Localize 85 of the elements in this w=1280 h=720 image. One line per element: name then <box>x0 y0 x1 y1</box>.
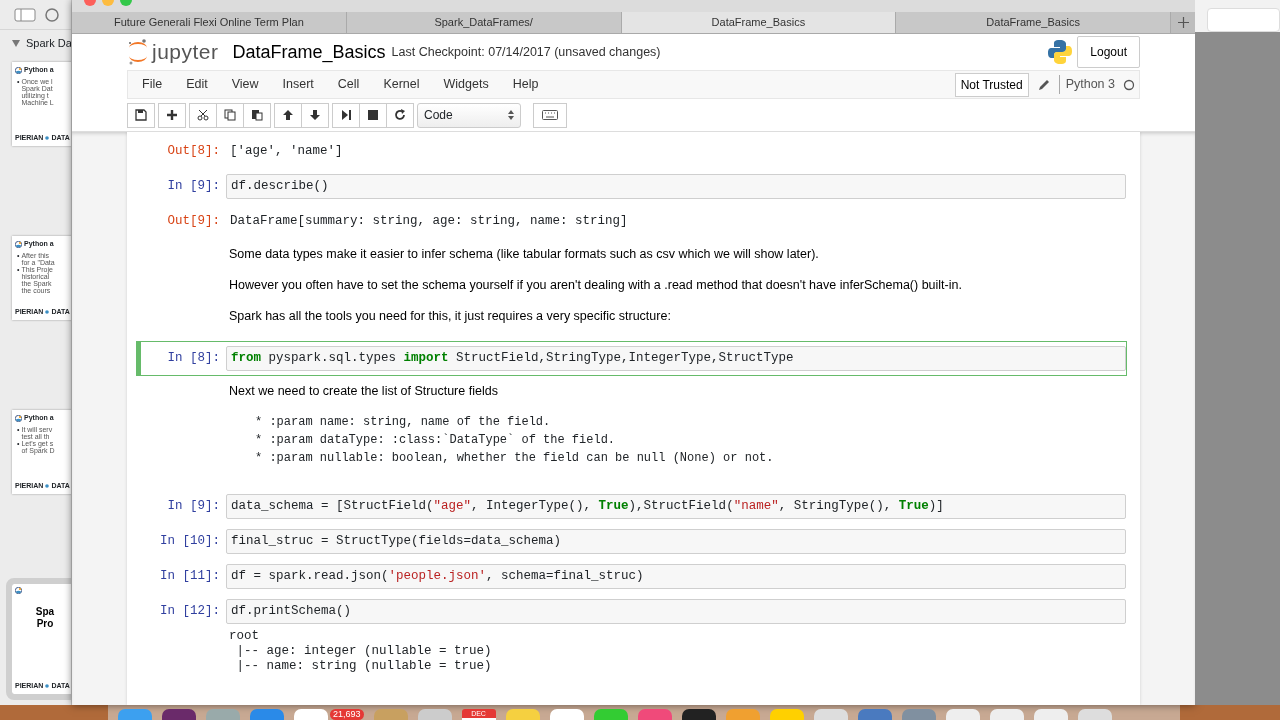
cut-icon <box>197 109 209 121</box>
kernel-idle-icon <box>1123 78 1135 91</box>
slide-heading: Spa <box>34 606 56 618</box>
python-logo-icon <box>1047 39 1074 65</box>
menu-item[interactable]: Kernel <box>371 75 432 94</box>
notebook-cell[interactable]: In [8]: from pyspark.sql.types import StructField,StringType,IntegerType,StructType <box>136 341 1127 377</box>
code-input[interactable]: data_schema = [StructField("age", IntegerType(), True),StructField("name", StringType(), True)] <box>226 494 1126 519</box>
run-icon <box>340 109 352 121</box>
menu-item[interactable]: View <box>219 75 271 94</box>
input-prompt: In [10]: <box>159 533 221 550</box>
add-cell-button[interactable] <box>158 102 186 128</box>
menu-item[interactable]: Edit <box>174 75 220 94</box>
restart-button[interactable] <box>386 102 414 128</box>
copy-icon <box>224 109 236 121</box>
logo-text: jupyter <box>152 39 219 66</box>
paste-icon <box>251 109 263 121</box>
output-text: DataFrame[summary: string, age: string, name: string] <box>229 213 628 230</box>
notebook-title[interactable]: DataFrame_Basics <box>232 38 386 66</box>
move-down-icon <box>309 109 321 121</box>
output-prompt: Out[9]: <box>166 213 221 230</box>
browser-tab[interactable]: Future Generali Flexi Online Term Plan <box>72 12 347 33</box>
code-line: * :param nullable: boolean, whether the field can be null (None) or not. <box>255 450 775 467</box>
keyboard-icon <box>542 110 558 120</box>
notebook-cell[interactable]: In [12]: df.printSchema() <box>140 594 1127 629</box>
logout-button[interactable]: Logout <box>1077 36 1140 68</box>
kernel-name: Python 3 <box>1058 75 1115 94</box>
save-button[interactable] <box>127 102 155 128</box>
menu-item[interactable]: Widgets <box>431 75 501 94</box>
zoom-icon[interactable] <box>42 6 62 23</box>
input-prompt: In [8]: <box>166 350 221 368</box>
keyboard-shortcuts-button[interactable] <box>533 102 567 128</box>
output-line: |-- age: integer (nullable = true) <box>235 644 493 659</box>
browser-tab[interactable]: Spark_DataFrames/ <box>346 12 622 33</box>
move-up-button[interactable] <box>274 102 302 128</box>
input-prompt: In [12]: <box>159 603 221 620</box>
cell-type-dropdown[interactable]: Code <box>417 102 521 128</box>
output-text: ['age', 'name'] <box>229 143 343 160</box>
cut-button[interactable] <box>189 102 217 128</box>
save-icon <box>135 109 147 121</box>
paragraph: However you often have to set the schema yourself if you aren't dealing with a .read method that doesn't have inferSchema() built-in. <box>229 276 963 294</box>
browser-tab[interactable]: DataFrame_Basics <box>896 12 1171 33</box>
restart-icon <box>394 109 406 121</box>
move-down-button[interactable] <box>301 102 329 128</box>
code-input[interactable]: df.printSchema() <box>226 599 1126 624</box>
add-cell-icon <box>166 109 178 121</box>
notification-badge: 21,693 <box>330 709 364 720</box>
notebook-cell[interactable]: In [9]: df.describe() <box>140 169 1127 204</box>
menu-item[interactable]: File <box>130 75 175 94</box>
paragraph: Spark has all the tools you need for this, it just requires a very specific structure: <box>229 307 672 325</box>
trust-button[interactable]: Not Trusted <box>954 72 1029 97</box>
code-input[interactable]: from pyspark.sql.types import StructField,StringType,IntegerType,StructType <box>226 346 1126 372</box>
updown-arrow-icon <box>508 110 514 120</box>
notebook-cell[interactable]: In [9]: data_schema = [StructField("age", IntegerType(), True),StructField("name", StringType(), True)] <box>140 489 1127 524</box>
code-line: * :param dataType: :class:`DataType` of the field. <box>255 432 617 449</box>
move-up-icon <box>282 109 294 121</box>
sidebar-toggle-icon[interactable] <box>14 6 36 23</box>
slide-heading: Pro <box>35 618 55 630</box>
menu-item[interactable]: Help <box>500 75 551 94</box>
output-line: |-- name: string (nullable = true) <box>235 659 493 674</box>
checkpoint-status: Last Checkpoint: 07/14/2017 (unsaved changes) <box>391 43 661 61</box>
stop-icon <box>367 109 379 121</box>
menu-item[interactable]: Insert <box>270 75 326 94</box>
input-prompt: In [9]: <box>166 178 221 195</box>
paste-button[interactable] <box>243 102 271 128</box>
pencil-icon[interactable] <box>1036 77 1051 92</box>
run-button[interactable] <box>332 102 360 128</box>
code-input[interactable]: final_struc = StructType(fields=data_schema) <box>226 529 1126 554</box>
output-line: root <box>229 629 260 644</box>
paragraph: Some data types make it easier to infer schema (like tabular formats such as csv which we will show later). <box>229 246 820 263</box>
code-input[interactable]: df = spark.read.json('people.json', schema=final_struc) <box>226 564 1126 589</box>
code-input[interactable]: df.describe() <box>226 174 1126 199</box>
code-line: * :param name: string, name of the field. <box>255 414 552 431</box>
browser-tab[interactable]: DataFrame_Basics <box>621 12 897 33</box>
search-field[interactable] <box>1207 8 1280 32</box>
document-title: Spark Da <box>26 35 71 51</box>
plus-icon[interactable] <box>1177 17 1189 28</box>
output-prompt: Out[8]: <box>166 143 221 160</box>
notebook-cell[interactable]: In [11]: df = spark.read.json('people.json', schema=final_struc) <box>140 559 1127 594</box>
menu-item[interactable]: Cell <box>325 75 372 94</box>
notebook-cell[interactable]: In [10]: final_struc = StructType(fields=data_schema) <box>140 524 1127 559</box>
paragraph: Next we need to create the list of Structure fields <box>229 383 499 401</box>
stop-button[interactable] <box>359 102 387 128</box>
input-prompt: In [11]: <box>159 568 221 585</box>
input-prompt: In [9]: <box>166 498 221 515</box>
disclosure-triangle-icon[interactable] <box>12 39 20 47</box>
